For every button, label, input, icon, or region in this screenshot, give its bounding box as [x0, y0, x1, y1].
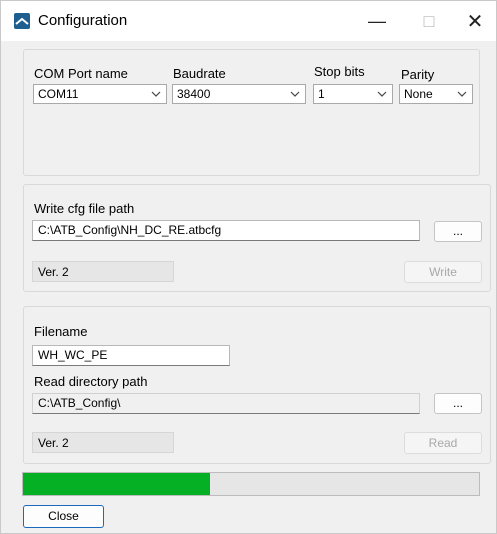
maximize-button[interactable]: □	[406, 1, 452, 41]
title-bar[interactable]: Configuration — □ ✕	[1, 1, 496, 41]
chevron-down-icon	[151, 91, 161, 97]
stop-bits-label: Stop bits	[314, 64, 365, 79]
stop-bits-select[interactable]: 1	[313, 84, 393, 104]
write-browse-button[interactable]: ...	[434, 221, 482, 242]
minimize-icon: —	[368, 10, 386, 31]
stop-bits-value: 1	[318, 87, 325, 101]
write-path-label: Write cfg file path	[34, 201, 135, 216]
chevron-down-icon	[377, 91, 387, 97]
maximize-icon: □	[423, 10, 435, 31]
write-path-input[interactable]: C:\ATB_Config\NH_DC_RE.atbcfg	[32, 220, 420, 241]
write-group: Write cfg file path C:\ATB_Config\NH_DC_…	[23, 184, 491, 292]
app-icon	[14, 13, 30, 29]
write-button[interactable]: Write	[404, 261, 482, 283]
window-title: Configuration	[38, 12, 128, 29]
com-settings-group: COM Port name COM11 Baudrate 38400 Stop …	[23, 49, 480, 176]
parity-label: Parity	[401, 67, 435, 82]
read-version-field: Ver. 2	[32, 432, 174, 453]
progress-bar	[22, 472, 480, 496]
parity-select[interactable]: None	[399, 84, 473, 104]
baudrate-value: 38400	[177, 87, 211, 101]
read-browse-button[interactable]: ...	[434, 393, 482, 414]
close-button[interactable]: Close	[23, 505, 104, 528]
parity-value: None	[404, 87, 433, 101]
read-button[interactable]: Read	[404, 432, 482, 454]
read-dir-label: Read directory path	[34, 374, 148, 389]
baudrate-select[interactable]: 38400	[172, 84, 306, 104]
write-version-field: Ver. 2	[32, 261, 174, 282]
chevron-down-icon	[290, 91, 300, 97]
com-port-select[interactable]: COM11	[33, 84, 167, 104]
minimize-button[interactable]: —	[354, 1, 400, 41]
close-icon: ✕	[466, 10, 484, 33]
baudrate-label: Baudrate	[173, 66, 226, 81]
read-group: Filename WH_WC_PE Read directory path C:…	[23, 306, 491, 464]
com-port-value: COM11	[38, 87, 79, 101]
progress-fill	[23, 473, 210, 495]
filename-label: Filename	[34, 324, 88, 339]
read-dir-input[interactable]: C:\ATB_Config\	[32, 393, 420, 414]
configuration-window: Configuration — □ ✕ COM Port name COM11 …	[0, 0, 497, 534]
com-port-label: COM Port name	[34, 66, 128, 81]
close-window-button[interactable]: ✕	[452, 1, 497, 41]
filename-input[interactable]: WH_WC_PE	[32, 345, 230, 366]
chevron-down-icon	[457, 91, 467, 97]
